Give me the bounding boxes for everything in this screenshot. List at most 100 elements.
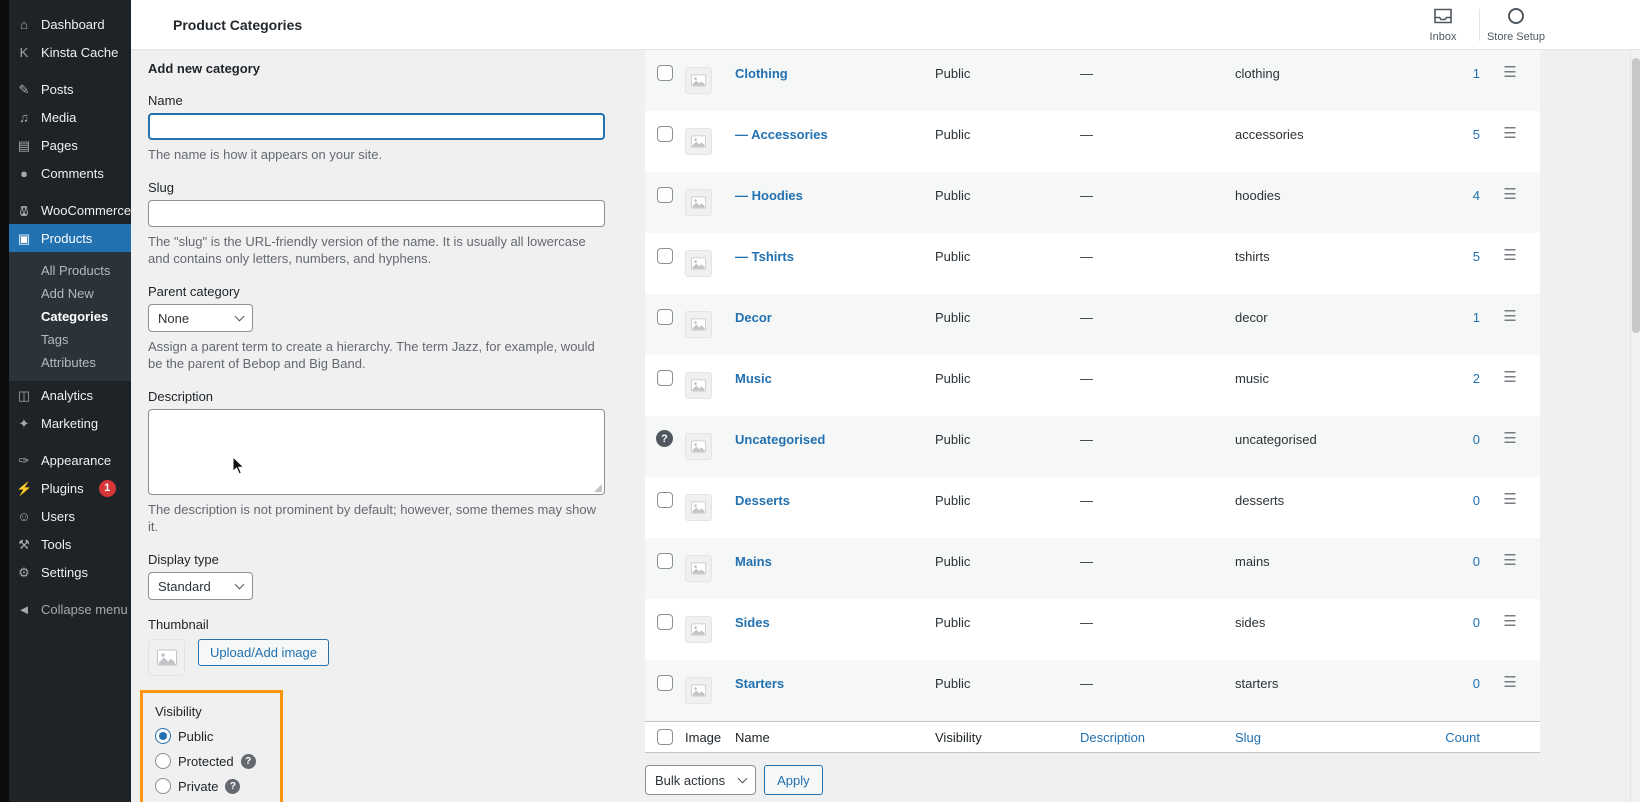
category-name-link[interactable]: Uncategorised	[735, 416, 935, 477]
row-menu-icon[interactable]: ☰	[1480, 660, 1540, 721]
parent-category-select[interactable]: None	[148, 304, 253, 332]
count-link[interactable]: 0	[1435, 660, 1480, 721]
sidebar-item-analytics[interactable]: ◫ Analytics	[0, 381, 131, 409]
slug-cell: decor	[1235, 310, 1268, 325]
default-category-help-icon[interactable]: ?	[656, 430, 673, 447]
row-checkbox[interactable]	[657, 614, 673, 630]
bulk-actions-select[interactable]: Bulk actions	[645, 765, 757, 795]
sidebar-item-label: Kinsta Cache	[41, 44, 119, 60]
submenu-item-categories[interactable]: Categories	[0, 305, 131, 328]
row-menu-icon[interactable]: ☰	[1480, 50, 1540, 111]
column-header-description[interactable]: Description	[1080, 730, 1235, 745]
sidebar-item-collapse-menu[interactable]: ◄ Collapse menu	[0, 595, 131, 623]
sidebar-item-appearance[interactable]: ✑ Appearance	[0, 446, 131, 474]
sidebar-item-dashboard[interactable]: ⌂ Dashboard	[0, 10, 131, 38]
scrollbar-track[interactable]	[1630, 50, 1640, 802]
protected-radio[interactable]	[155, 753, 171, 769]
sidebar-item-users[interactable]: ☺ Users	[0, 502, 131, 530]
count-link[interactable]: 5	[1435, 233, 1480, 294]
submenu-item-add-new[interactable]: Add New	[0, 282, 131, 305]
sidebar-item-kinsta-cache[interactable]: K Kinsta Cache	[0, 38, 131, 66]
row-checkbox[interactable]	[657, 492, 673, 508]
protected-help-icon[interactable]: ?	[240, 753, 256, 769]
category-name-link[interactable]: Clothing	[735, 50, 935, 111]
top-bar: Product Categories Inbox Store Setup	[131, 0, 1640, 50]
row-checkbox[interactable]	[657, 187, 673, 203]
count-link[interactable]: 0	[1435, 477, 1480, 538]
row-checkbox[interactable]	[657, 248, 673, 264]
sidebar-item-products[interactable]: ▣ Products	[0, 224, 131, 252]
count-link[interactable]: 2	[1435, 355, 1480, 416]
row-checkbox[interactable]	[657, 370, 673, 386]
description-textarea[interactable]	[149, 410, 604, 494]
category-name-link[interactable]: Music	[735, 355, 935, 416]
column-header-name[interactable]: Name	[735, 730, 935, 745]
private-radio[interactable]	[155, 778, 171, 794]
slug-input[interactable]	[148, 200, 605, 227]
column-header-slug[interactable]: Slug	[1235, 730, 1435, 745]
display-type-label: Display type	[148, 552, 219, 567]
scrollbar-thumb[interactable]	[1632, 58, 1640, 333]
submenu-item-attributes[interactable]: Attributes	[0, 351, 131, 374]
category-name-link[interactable]: — Hoodies	[735, 172, 935, 233]
count-link[interactable]: 0	[1435, 538, 1480, 599]
row-checkbox[interactable]	[657, 309, 673, 325]
public-radio[interactable]	[155, 728, 171, 744]
sidebar-item-marketing[interactable]: ✦ Marketing	[0, 409, 131, 437]
sidebar-item-woocommerce[interactable]: W WooCommerce	[0, 196, 131, 224]
name-input[interactable]	[148, 113, 605, 140]
inbox-button[interactable]: Inbox	[1407, 0, 1479, 50]
private-help-icon[interactable]: ?	[225, 778, 241, 794]
row-menu-icon[interactable]: ☰	[1480, 294, 1540, 355]
row-menu-icon[interactable]: ☰	[1480, 172, 1540, 233]
row-checkbox[interactable]	[657, 126, 673, 142]
count-link[interactable]: 5	[1435, 111, 1480, 172]
sidebar-item-comments[interactable]: ● Comments	[0, 159, 131, 187]
category-name-link[interactable]: Sides	[735, 599, 935, 660]
upload-add-image-button[interactable]: Upload/Add image	[198, 639, 329, 666]
store-setup-button[interactable]: Store Setup	[1480, 0, 1552, 50]
row-checkbox[interactable]	[657, 675, 673, 691]
category-name-link[interactable]: Starters	[735, 660, 935, 721]
apply-button[interactable]: Apply	[764, 765, 823, 795]
row-menu-icon[interactable]: ☰	[1480, 416, 1540, 477]
kinsta-cache-icon: K	[19, 44, 29, 60]
row-checkbox[interactable]	[657, 553, 673, 569]
row-menu-icon[interactable]: ☰	[1480, 233, 1540, 294]
row-menu-icon[interactable]: ☰	[1480, 355, 1540, 416]
sidebar-item-posts[interactable]: ✎ Posts	[0, 75, 131, 103]
category-name-link[interactable]: Desserts	[735, 477, 935, 538]
category-name-link[interactable]: — Accessories	[735, 111, 935, 172]
slug-cell: sides	[1235, 615, 1266, 630]
image-placeholder-icon	[685, 555, 712, 582]
woocommerce-logo: W	[19, 206, 29, 216]
count-link[interactable]: 0	[1435, 599, 1480, 660]
count-link[interactable]: 4	[1435, 172, 1480, 233]
sidebar-item-media[interactable]: ♫ Media	[0, 103, 131, 131]
row-menu-icon[interactable]: ☰	[1480, 599, 1540, 660]
description-cell: —	[1080, 249, 1093, 264]
row-menu-icon[interactable]: ☰	[1480, 538, 1540, 599]
sidebar-item-settings[interactable]: ⚙ Settings	[0, 558, 131, 586]
sidebar-item-tools[interactable]: ⚒ Tools	[0, 530, 131, 558]
count-link[interactable]: 1	[1435, 50, 1480, 111]
sidebar-item-pages[interactable]: ▤ Pages	[0, 131, 131, 159]
slug-cell: accessories	[1235, 127, 1304, 142]
description-cell: —	[1080, 493, 1093, 508]
display-type-select[interactable]: Standard	[148, 572, 253, 600]
row-menu-icon[interactable]: ☰	[1480, 477, 1540, 538]
select-all-checkbox[interactable]	[657, 729, 673, 745]
sidebar-item-plugins[interactable]: ⚡ Plugins 1	[0, 474, 131, 502]
column-header-count[interactable]: Count	[1435, 730, 1480, 745]
category-name-link[interactable]: Decor	[735, 294, 935, 355]
submenu-item-all-products[interactable]: All Products	[0, 259, 131, 282]
category-name-link[interactable]: — Tshirts	[735, 233, 935, 294]
category-name-link[interactable]: Mains	[735, 538, 935, 599]
row-menu-icon[interactable]: ☰	[1480, 111, 1540, 172]
count-link[interactable]: 1	[1435, 294, 1480, 355]
count-link[interactable]: 0	[1435, 416, 1480, 477]
sidebar-item-label: Analytics	[41, 387, 94, 403]
visibility-cell: Public	[935, 676, 971, 691]
submenu-item-tags[interactable]: Tags	[0, 328, 131, 351]
row-checkbox[interactable]	[657, 65, 673, 81]
